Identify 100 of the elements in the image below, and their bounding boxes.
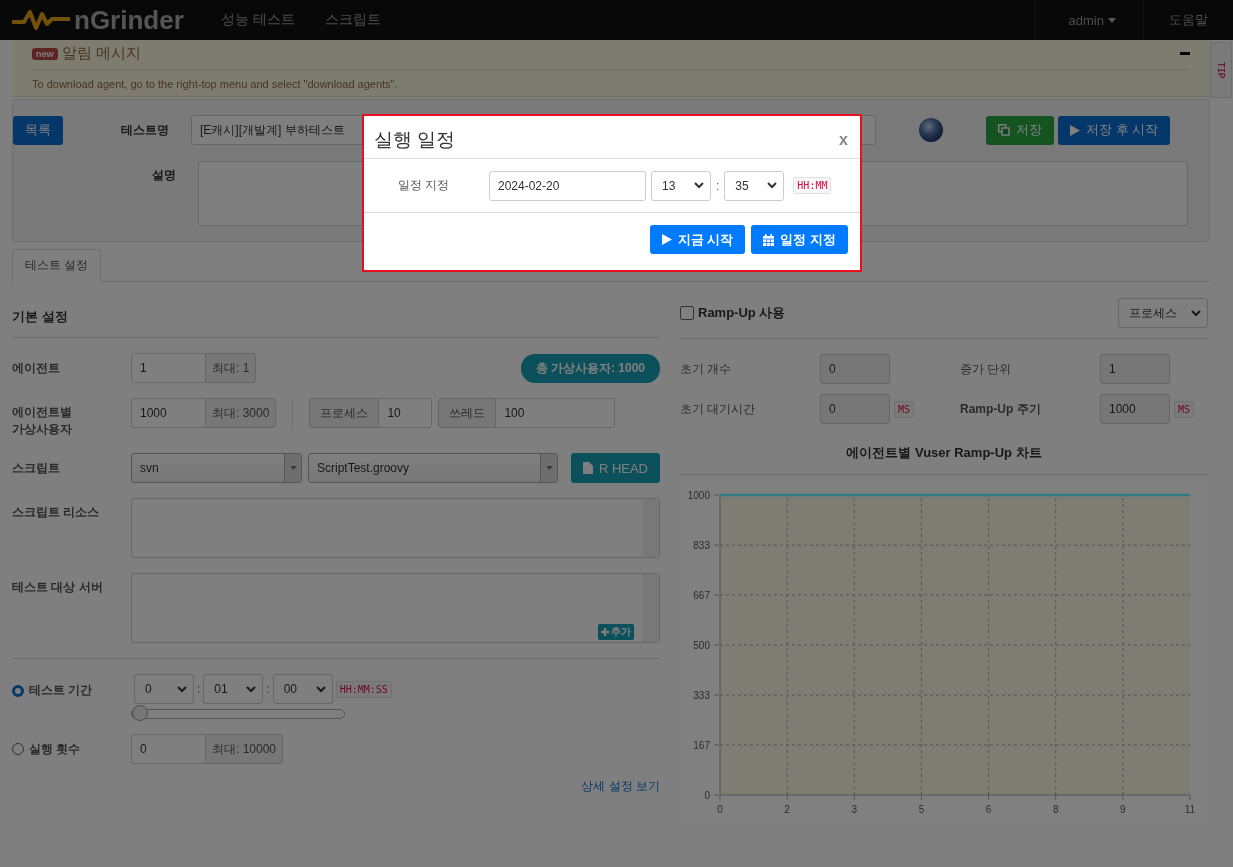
run-count-field[interactable]: 0	[131, 734, 206, 764]
schedule-button[interactable]: 일정 지정	[751, 225, 848, 254]
y-tick-label: 0	[704, 790, 710, 801]
radio-button[interactable]	[12, 743, 24, 755]
y-tick-label: 167	[693, 739, 710, 751]
nav-menu-link[interactable]: 스크립트	[309, 11, 396, 29]
field-label: 테스트명	[120, 121, 169, 139]
caret-icon	[289, 466, 297, 470]
sphere-icon	[918, 117, 944, 143]
y-tick-label: 500	[693, 640, 710, 651]
radio-button[interactable]	[12, 684, 24, 697]
save-and-start-button[interactable]: 저장 후 시작	[1058, 115, 1171, 145]
date-field[interactable]: 2024-02-20	[489, 170, 646, 201]
initial-count-field[interactable]: 0	[820, 354, 890, 384]
process-count-field[interactable]: 10	[378, 398, 433, 428]
notice-message: To download agent, go to the right-top menu and select "download agents".	[32, 77, 399, 92]
field-label: 에이전트별 가상사용자	[12, 404, 73, 438]
field-label: 초기 개수	[680, 360, 733, 378]
field-label: 스크립트	[12, 459, 61, 477]
max-addon: 최대: 3000	[205, 398, 277, 428]
caret-icon	[545, 466, 553, 470]
close-button[interactable]: x	[839, 131, 848, 149]
revision-button[interactable]: R HEAD	[570, 453, 660, 483]
field-label: 설명	[151, 167, 176, 184]
max-addon: 최대: 1	[205, 353, 257, 383]
plus-icon	[601, 628, 609, 636]
vuser-count-field[interactable]: 1000	[131, 398, 206, 428]
minus-icon[interactable]	[1180, 51, 1190, 56]
play-icon	[1070, 124, 1080, 136]
unit-label: MS	[1174, 400, 1195, 418]
dialog-title: 실행 일정	[374, 128, 456, 152]
notice-title: 알림 메시지	[61, 44, 141, 63]
field-label: Ramp-Up 주기	[960, 400, 1042, 418]
field-label: 일정 지정	[398, 177, 451, 194]
seconds-select[interactable]: 00	[272, 674, 333, 704]
chevron-icon	[1191, 309, 1201, 317]
list-button[interactable]: 목록	[13, 115, 63, 145]
radio-label: 실행 횟수	[29, 740, 81, 758]
checkbox-label: Ramp-Up 사용	[698, 304, 786, 322]
script-resources-field[interactable]	[131, 498, 660, 558]
x-tick-label: 0	[717, 804, 723, 815]
scrollbar[interactable]	[643, 499, 659, 557]
chevron-icon	[246, 685, 257, 693]
process-addon: 프로세스	[309, 398, 380, 428]
unit-label: MS	[894, 400, 915, 418]
hour-select[interactable]: 13	[651, 170, 711, 201]
chevron-icon	[315, 685, 326, 693]
y-tick-label: 1000	[687, 490, 710, 501]
time-format-hint: HH:MM	[793, 177, 832, 194]
thread-count-field[interactable]: 100	[495, 398, 616, 428]
x-tick-label: 3	[851, 804, 858, 815]
settings-tab[interactable]: 테스트 설정	[12, 249, 102, 283]
nav-menu-link[interactable]: 성능 테스트	[206, 11, 310, 29]
field-label: 스크립트 리소스	[12, 504, 101, 521]
wave-logo-icon	[10, 8, 72, 32]
start-now-button[interactable]: 지금 시작	[649, 225, 746, 254]
agent-count-field[interactable]: 1	[131, 353, 206, 383]
script-select[interactable]: ScriptTest.groovy	[308, 453, 558, 483]
max-addon: 최대: 10000	[205, 734, 284, 764]
field-label: 테스트 대상 서버	[12, 579, 104, 596]
caret-icon	[1108, 17, 1116, 23]
minute-select[interactable]: 35	[724, 170, 785, 201]
time-separator: :	[266, 682, 270, 696]
x-tick-label: 6	[985, 804, 992, 815]
advanced-settings-link[interactable]: 상세 설정 보기	[581, 778, 660, 795]
add-button[interactable]: 추가	[598, 624, 634, 640]
scrollbar[interactable]	[643, 574, 659, 642]
x-tick-label: 5	[918, 804, 925, 815]
checkbox[interactable]	[680, 306, 694, 320]
file-icon	[582, 462, 593, 474]
repository-select[interactable]: svn	[131, 453, 302, 483]
play-icon	[661, 234, 672, 245]
initial-wait-field[interactable]: 0	[820, 394, 890, 424]
section-title: 기본 설정	[12, 298, 660, 338]
save-button[interactable]: 저장	[986, 115, 1054, 145]
radio-label: 테스트 기간	[29, 682, 93, 699]
app-logo-text[interactable]: nGrinder	[74, 4, 184, 36]
thread-addon: 쓰레드	[438, 398, 497, 428]
x-tick-label: 9	[1120, 804, 1126, 815]
time-separator: :	[197, 682, 201, 696]
hours-select[interactable]: 0	[134, 674, 194, 704]
y-tick-label: 833	[693, 540, 710, 552]
time-format-hint: HH:MM:SS	[335, 680, 392, 698]
total-vusers-badge: 총 가상사용자: 1000	[520, 353, 660, 383]
minutes-select[interactable]: 01	[203, 674, 264, 704]
interval-field[interactable]: 1000	[1100, 394, 1170, 424]
x-tick-label: 2	[784, 804, 790, 815]
field-label: 증가 단위	[960, 360, 1013, 378]
time-separator: :	[716, 178, 720, 193]
target-servers-field[interactable]: 추가	[131, 573, 660, 643]
calendar-icon	[763, 233, 775, 246]
field-label: 초기 대기시간	[680, 400, 757, 418]
chart-title: 에이전트별 Vuser Ramp-Up 차트	[680, 424, 1208, 475]
step-field[interactable]: 1	[1100, 354, 1170, 384]
tip-tab[interactable]: TIP	[1210, 42, 1232, 98]
slider-handle[interactable]	[132, 705, 148, 721]
x-tick-label: 11	[1184, 804, 1196, 815]
rampup-type-select[interactable]: 프로세스	[1118, 298, 1208, 328]
copy-icon	[998, 124, 1010, 136]
y-tick-label: 333	[693, 690, 710, 702]
